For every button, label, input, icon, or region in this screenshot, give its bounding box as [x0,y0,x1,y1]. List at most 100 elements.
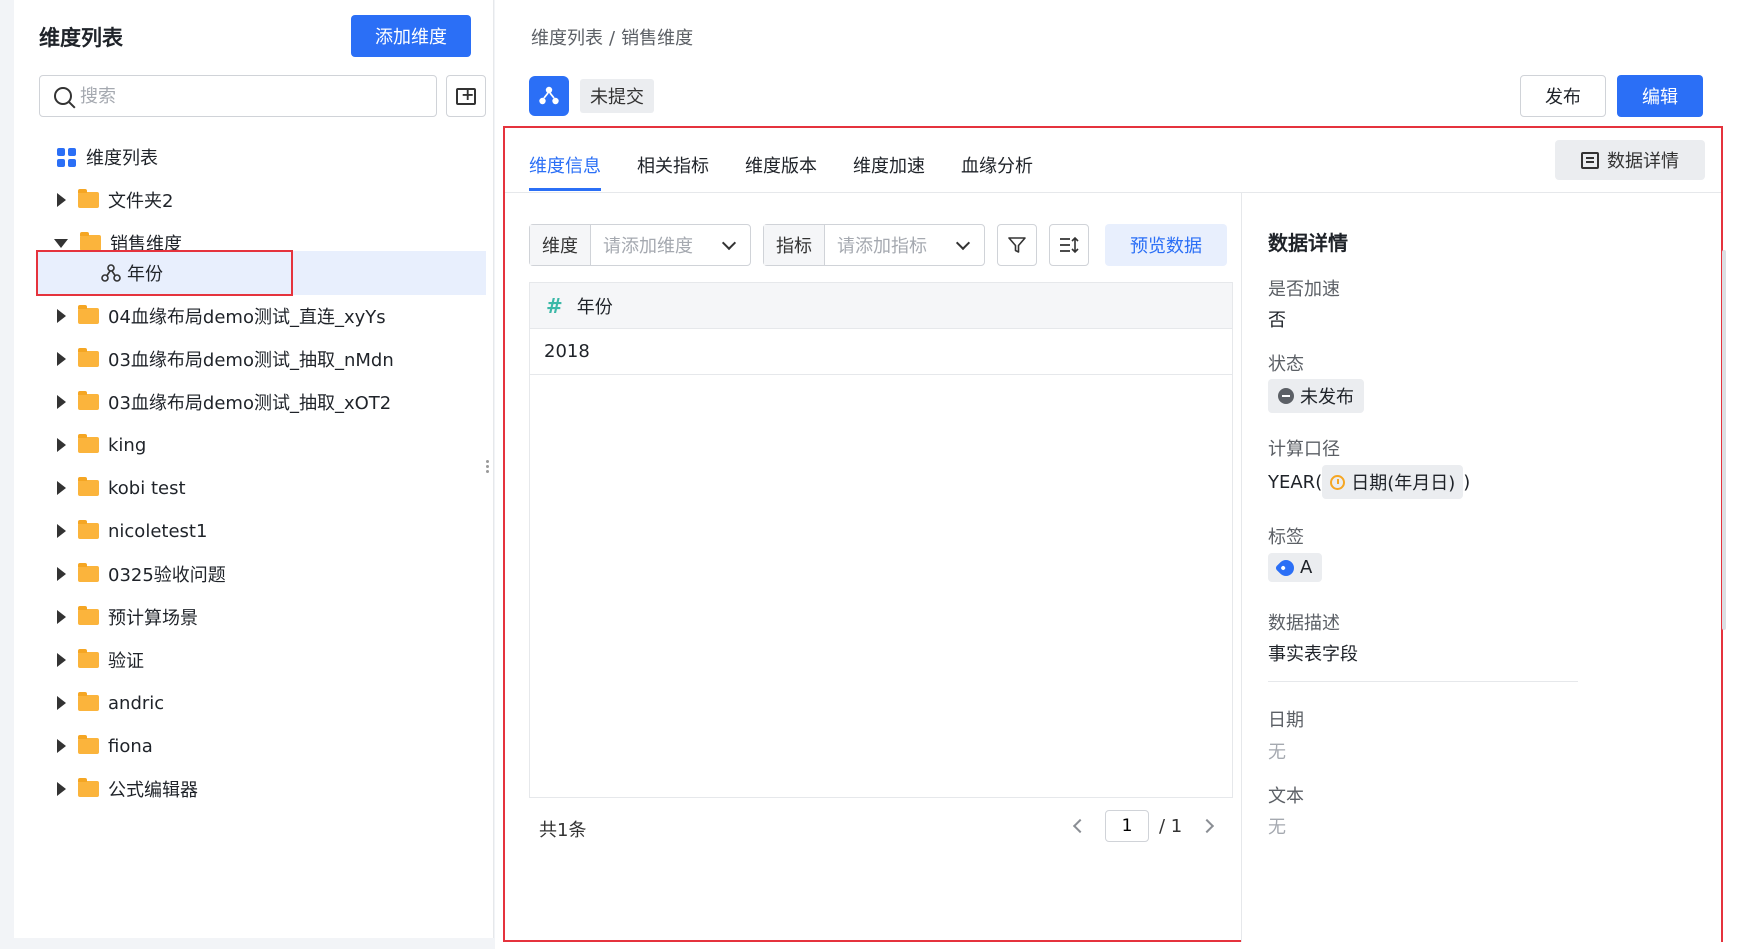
folder-icon [78,606,99,625]
caret-right-icon[interactable] [57,481,66,495]
tag-label: 标签 [1268,527,1304,548]
tree-folder[interactable]: king [14,423,494,467]
prev-page-icon[interactable] [1072,818,1088,834]
edit-button[interactable]: 编辑 [1617,75,1703,117]
query-bar: 维度 请添加维度 指标 请添加指标 预览数据 [529,224,1227,266]
tab-lineage-analysis[interactable]: 血缘分析 [961,152,1033,191]
caret-right-icon[interactable] [57,567,66,581]
folder-icon [78,692,99,711]
pagination: / 1 [1065,810,1222,842]
formula-label: 计算口径 [1268,439,1340,460]
caret-right-icon[interactable] [57,438,66,452]
caret-right-icon[interactable] [57,610,66,624]
search-icon [54,87,72,105]
formula-field: 日期(年月日) [1351,473,1456,494]
tree-label: 03血缘布局demo测试_抽取_xOT2 [108,393,392,414]
caret-right-icon[interactable] [57,739,66,753]
tag-value: A [1268,553,1323,582]
tree-label: andric [108,692,165,714]
formula-value: YEAR( 日期(年月日) ) [1268,465,1470,499]
tab-dimension-acceleration[interactable]: 维度加速 [853,152,925,191]
dimension-sidebar: 维度列表 添加维度 维度列表 文件夹2 销售维度 年份 [14,0,494,938]
tree-folder[interactable]: 文件夹2 [14,178,494,222]
formula-suffix: ) [1463,471,1471,493]
tree-label: 维度列表 [86,148,158,169]
folder-icon [78,649,99,668]
add-dimension-button[interactable]: 添加维度 [351,15,471,57]
tree-folder[interactable]: kobi test [14,466,494,510]
folder-icon [78,778,99,797]
tree-label: 预计算场景 [108,608,198,629]
desc-label: 数据描述 [1268,613,1340,634]
page-scrollbar[interactable] [1722,250,1726,630]
next-page-icon[interactable] [1200,818,1215,834]
date-label: 日期 [1268,710,1304,731]
caret-right-icon[interactable] [57,309,66,323]
tree-label: 03血缘布局demo测试_抽取_nMdn [108,350,394,371]
grid-icon [57,147,76,167]
breadcrumb-item[interactable]: 销售维度 [621,28,693,49]
caret-right-icon[interactable] [57,782,66,796]
new-folder-icon [456,85,476,105]
caret-right-icon[interactable] [57,653,66,667]
search-input[interactable] [80,85,400,107]
page-input[interactable] [1105,810,1149,842]
tree-label: 公式编辑器 [108,780,198,801]
caret-right-icon[interactable] [57,696,66,710]
detail-title: 数据详情 [1268,231,1348,255]
data-detail-pane: 数据详情 是否加速 否 状态 未发布 计算口径 YEAR( 日期(年月日) ) … [1241,193,1721,942]
folder-icon [78,563,99,582]
sort-button[interactable] [1049,224,1089,266]
metric-select[interactable]: 指标 请添加指标 [763,224,985,266]
tree-folder[interactable]: 验证 [14,638,494,682]
filter-button[interactable] [997,224,1037,266]
caret-right-icon[interactable] [57,524,66,538]
tree-item-selected[interactable]: 年份 [38,251,486,295]
folder-icon [78,477,99,496]
tag-pill: A [1268,553,1323,582]
tag-pill-label: A [1300,557,1313,578]
list-icon [1581,151,1599,169]
breadcrumb-item[interactable]: 维度列表 [531,28,603,49]
search-box[interactable] [39,75,437,117]
panel-resize-handle[interactable] [486,460,490,474]
caret-down-icon[interactable] [54,238,68,248]
caret-right-icon[interactable] [57,395,66,409]
dimension-type-icon [529,76,569,116]
preview-data-button[interactable]: 预览数据 [1105,224,1227,266]
publish-button[interactable]: 发布 [1520,75,1606,117]
unpublished-icon [1278,388,1294,404]
table-row: 2018 [530,329,1232,375]
tab-dimension-info[interactable]: 维度信息 [529,152,601,191]
tab-dimension-versions[interactable]: 维度版本 [745,152,817,191]
status-pill: 未发布 [1268,379,1364,413]
formula-field-pill: 日期(年月日) [1322,465,1464,499]
new-folder-button[interactable] [446,75,486,117]
tree-label: 0325验收问题 [108,565,226,586]
folder-icon [78,189,99,208]
tree-folder[interactable]: 03血缘布局demo测试_抽取_xOT2 [14,380,494,424]
tree-folder[interactable]: 03血缘布局demo测试_抽取_nMdn [14,337,494,381]
tree-root[interactable]: 维度列表 [14,135,494,179]
tree-folder[interactable]: 公式编辑器 [14,767,494,811]
data-detail-toggle[interactable]: 数据详情 [1555,140,1705,180]
main-content: 维度列表 /销售维度 年份 未提交 发布 编辑 维度信息 相关指标 维度版本 维度… [495,0,1744,949]
tree-folder[interactable]: 预计算场景 [14,595,494,639]
dimension-select[interactable]: 维度 请添加维度 [529,224,751,266]
table-header: # 年份 [530,283,1232,329]
caret-right-icon[interactable] [57,193,66,207]
folder-icon [78,520,99,539]
tree-folder[interactable]: andric [14,681,494,725]
breadcrumb-separator: / [609,28,616,49]
chevron-down-icon [721,235,737,250]
tree-folder[interactable]: 0325验收问题 [14,552,494,596]
data-table: # 年份 2018 [529,282,1233,798]
tag-icon [1274,556,1298,579]
table-cell: 2018 [544,341,590,362]
tree-folder[interactable]: nicoletest1 [14,509,494,553]
tree-folder[interactable]: fiona [14,724,494,768]
date-value: 无 [1268,742,1286,763]
tree-folder[interactable]: 04血缘布局demo测试_直连_xyYs [14,294,494,338]
caret-right-icon[interactable] [57,352,66,366]
tab-related-metrics[interactable]: 相关指标 [637,152,709,191]
